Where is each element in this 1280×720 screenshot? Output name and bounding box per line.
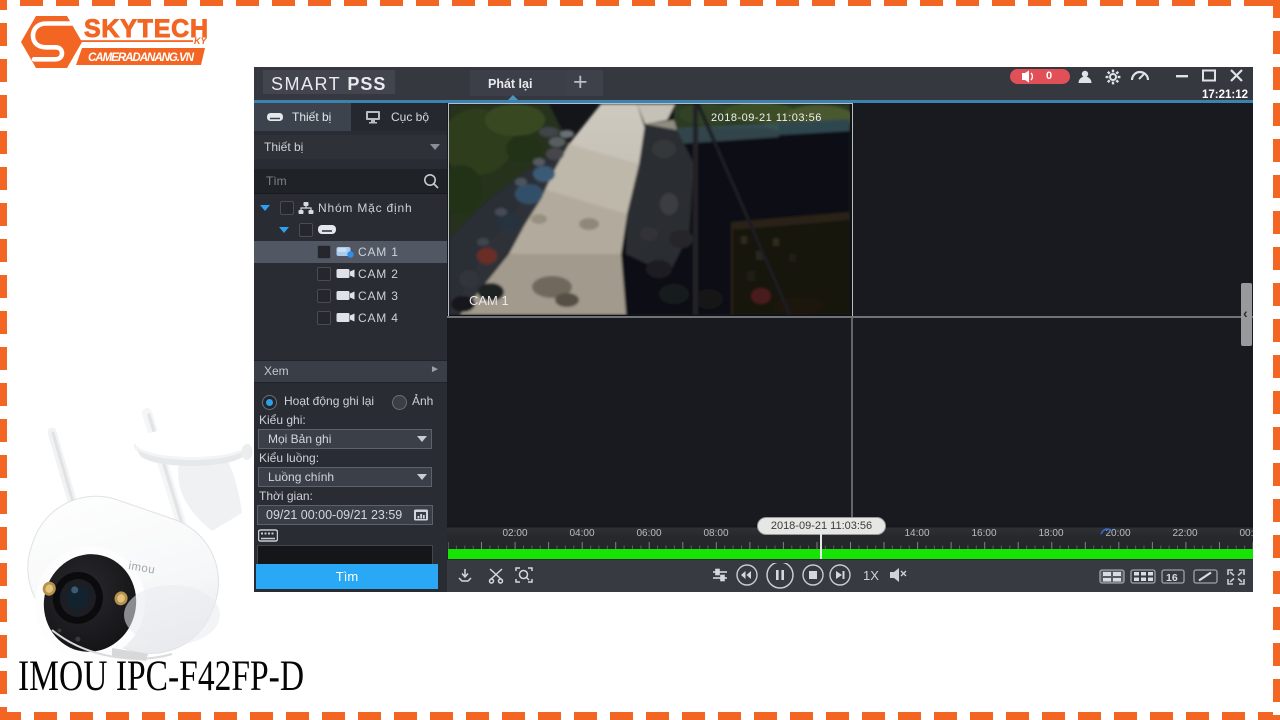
svg-text:CAMERADANANG.VN: CAMERADANANG.VN (88, 52, 195, 64)
svg-text:2018-09-21 11:03:56: 2018-09-21 11:03:56 (711, 112, 822, 124)
svg-text:CAM 1: CAM 1 (469, 293, 509, 308)
svg-text:16: 16 (1166, 572, 1178, 584)
svg-text:SKYTECH: SKYTECH (84, 15, 208, 43)
svg-text:1X: 1X (863, 568, 879, 583)
svg-text:KY: KY (194, 36, 207, 46)
